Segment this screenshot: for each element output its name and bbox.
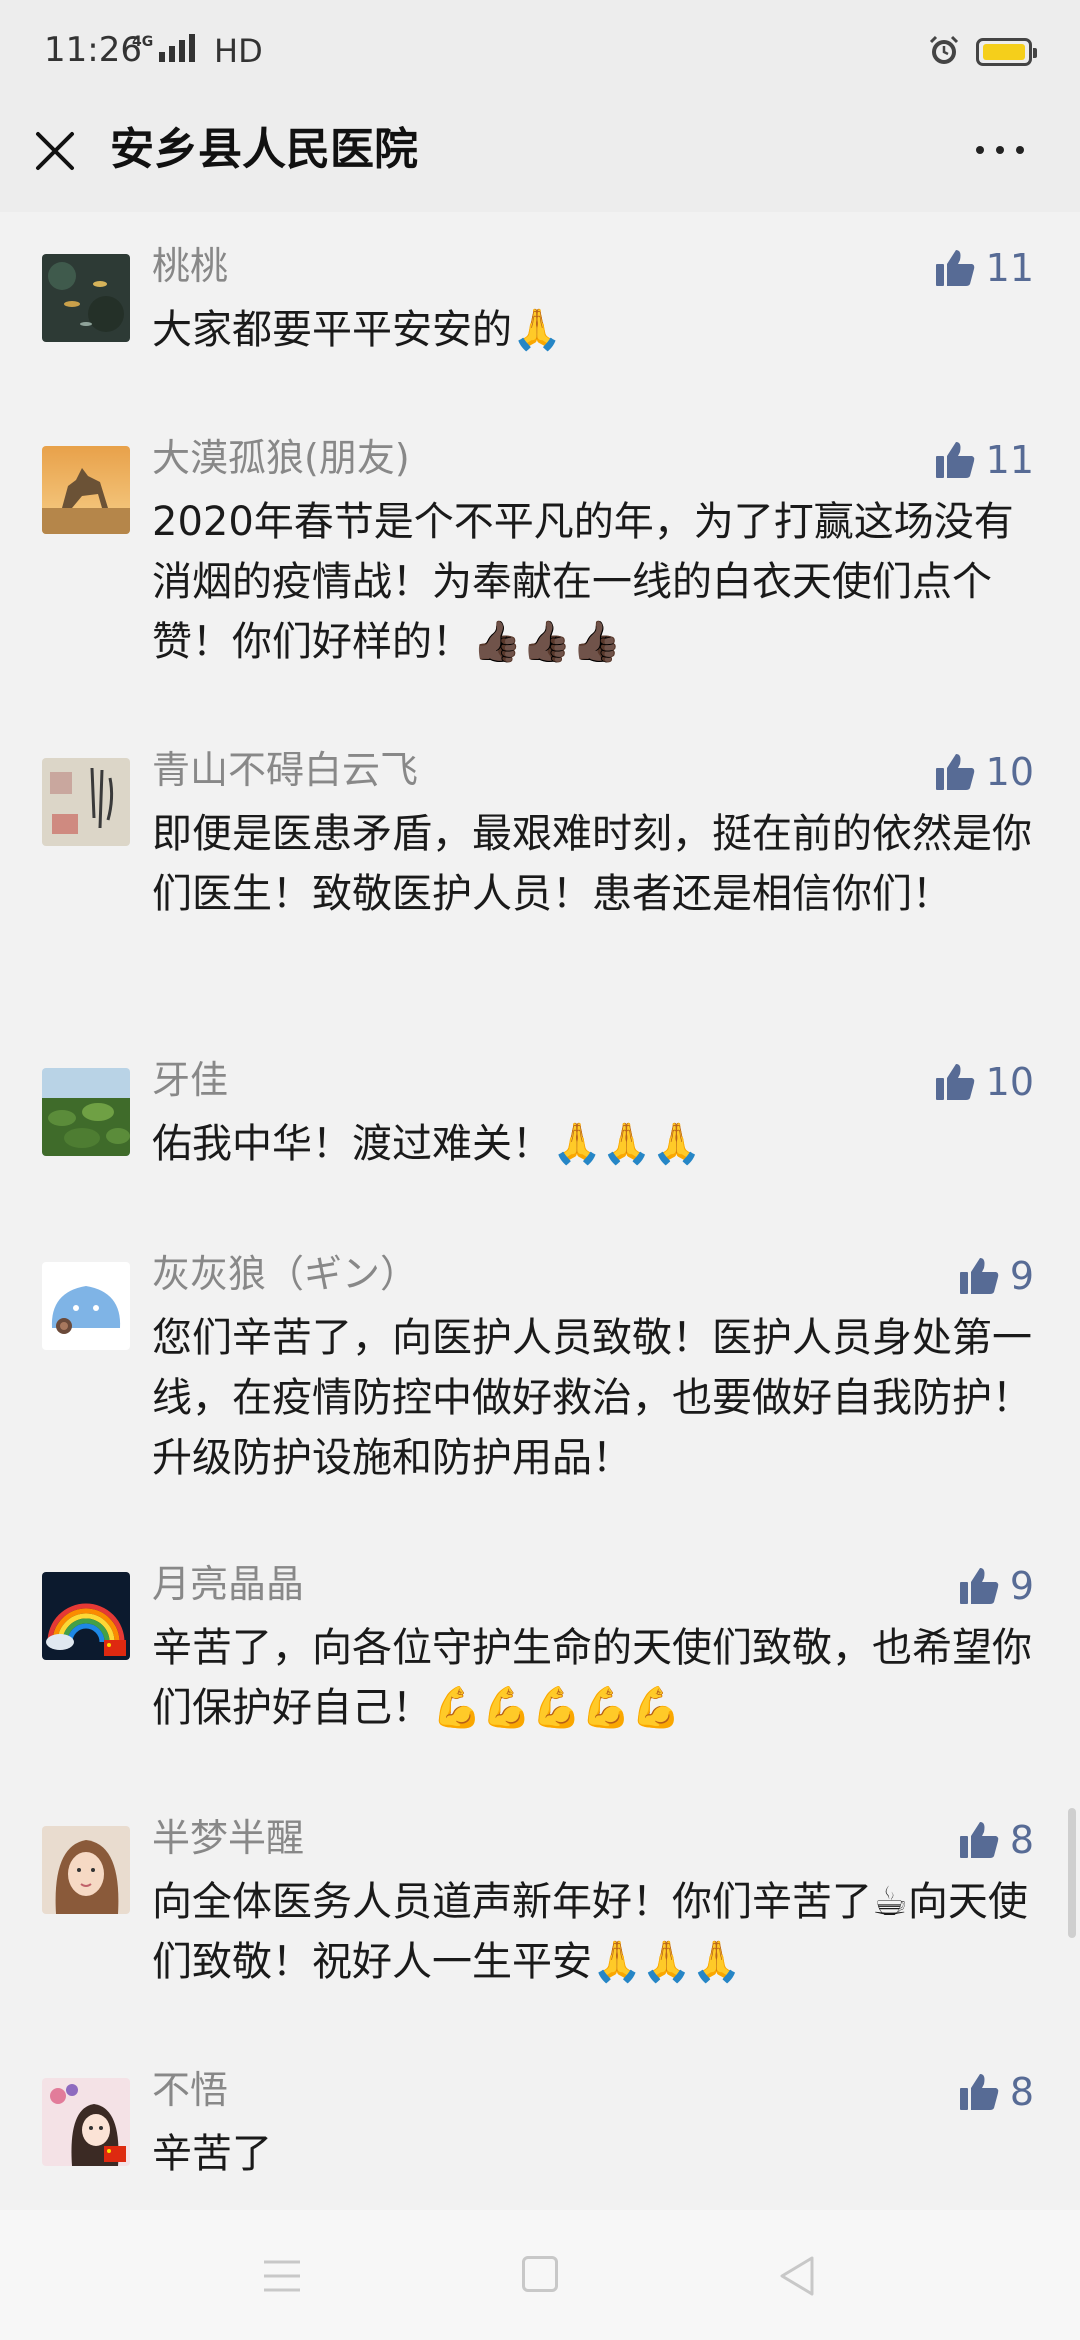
hd-indicator: HD	[214, 32, 263, 70]
avatar[interactable]	[42, 1826, 130, 1914]
avatar[interactable]	[42, 446, 130, 534]
thumbs-up-icon	[959, 1568, 999, 1604]
comment-text: 辛苦了	[152, 2131, 272, 2177]
nav-bar: 安乡县人民医院	[0, 100, 1080, 212]
comment-nickname[interactable]: 月亮晶晶	[152, 1558, 304, 1610]
comment-nickname[interactable]: 灰灰狼（ギン）	[152, 1248, 418, 1300]
avatar[interactable]	[42, 2078, 130, 2166]
thumbs-up-icon	[959, 1822, 999, 1858]
like-count: 11	[985, 246, 1034, 290]
system-nav-bar	[0, 2210, 1080, 2340]
avatar[interactable]	[42, 758, 130, 846]
comment-text: 2020年春节是个不平凡的年，为了打赢这场没有消烟的疫情战！为奉献在一线的白衣天…	[152, 499, 1014, 665]
comment-text: 您们辛苦了，向医护人员致敬！医护人员身处第一线，在疫情防控中做好救治，也要做好自…	[152, 1315, 1032, 1481]
battery-icon	[976, 38, 1037, 66]
like-count: 10	[985, 750, 1034, 794]
like-count: 10	[985, 1060, 1034, 1104]
comment-text: 大家都要平平安安的🙏	[152, 307, 562, 353]
comment-nickname[interactable]: 牙佳	[152, 1054, 228, 1106]
status-time: 11:26	[44, 30, 142, 70]
comment-text: 即便是医患矛盾，最艰难时刻，挺在前的依然是你们医生！致敬医护人员！患者还是相信你…	[152, 811, 1032, 917]
like-button[interactable]: 8	[958, 1814, 1034, 1866]
avatar[interactable]	[42, 1068, 130, 1156]
avatar[interactable]	[42, 1572, 130, 1660]
like-count: 9	[1009, 1564, 1034, 1608]
like-button[interactable]: 8	[958, 2066, 1034, 2118]
comment-text: 向全体医务人员道声新年好！你们辛苦了☕向天使们致敬！祝好人一生平安🙏🙏🙏	[152, 1879, 1028, 1985]
thumbs-up-icon	[935, 250, 974, 286]
like-button[interactable]: 10	[934, 1056, 1034, 1108]
like-button[interactable]: 11	[934, 434, 1034, 486]
like-button[interactable]: 9	[958, 1250, 1034, 1302]
signal-icon: 4G	[132, 34, 196, 62]
home-icon[interactable]	[522, 2256, 558, 2292]
avatar[interactable]	[42, 254, 130, 342]
thumbs-up-icon	[935, 1064, 974, 1100]
like-button[interactable]: 10	[934, 746, 1034, 798]
more-icon[interactable]	[976, 140, 1036, 160]
like-count: 9	[1009, 1254, 1034, 1298]
thumbs-up-icon	[935, 754, 974, 790]
scrollbar[interactable]	[1068, 1808, 1076, 1938]
like-count: 8	[1009, 1818, 1034, 1862]
thumbs-up-icon	[935, 442, 974, 478]
page-title: 安乡县人民医院	[110, 124, 418, 175]
menu-icon[interactable]	[262, 2258, 302, 2294]
alarm-icon	[929, 35, 959, 64]
like-count: 8	[1009, 2070, 1034, 2114]
thumbs-up-icon	[959, 2074, 999, 2110]
comment-nickname[interactable]: 半梦半醒	[152, 1812, 304, 1864]
comment-text: 辛苦了，向各位守护生命的天使们致敬，也希望你们保护好自己！💪💪💪💪💪	[152, 1625, 1032, 1731]
comment-text: 佑我中华！渡过难关！🙏🙏🙏	[152, 1121, 702, 1167]
comment-nickname[interactable]: 不悟	[152, 2064, 228, 2116]
back-icon[interactable]	[776, 2254, 816, 2298]
comment-nickname[interactable]: 大漠孤狼(朋友)	[152, 432, 410, 484]
like-button[interactable]: 9	[958, 1560, 1034, 1612]
avatar[interactable]	[42, 1262, 130, 1350]
like-count: 11	[985, 438, 1034, 482]
comment-nickname[interactable]: 桃桃	[152, 240, 228, 292]
comment-list[interactable]: 桃桃 11 大家都要平平安安的🙏 大漠孤狼(朋友) 11 2020年春节是个不平…	[0, 212, 1080, 2210]
thumbs-up-icon	[959, 1258, 999, 1294]
close-icon[interactable]	[30, 126, 80, 176]
status-bar: 11:26 4G HD	[0, 0, 1080, 100]
like-button[interactable]: 11	[934, 242, 1034, 294]
comment-nickname[interactable]: 青山不碍白云飞	[152, 744, 418, 796]
